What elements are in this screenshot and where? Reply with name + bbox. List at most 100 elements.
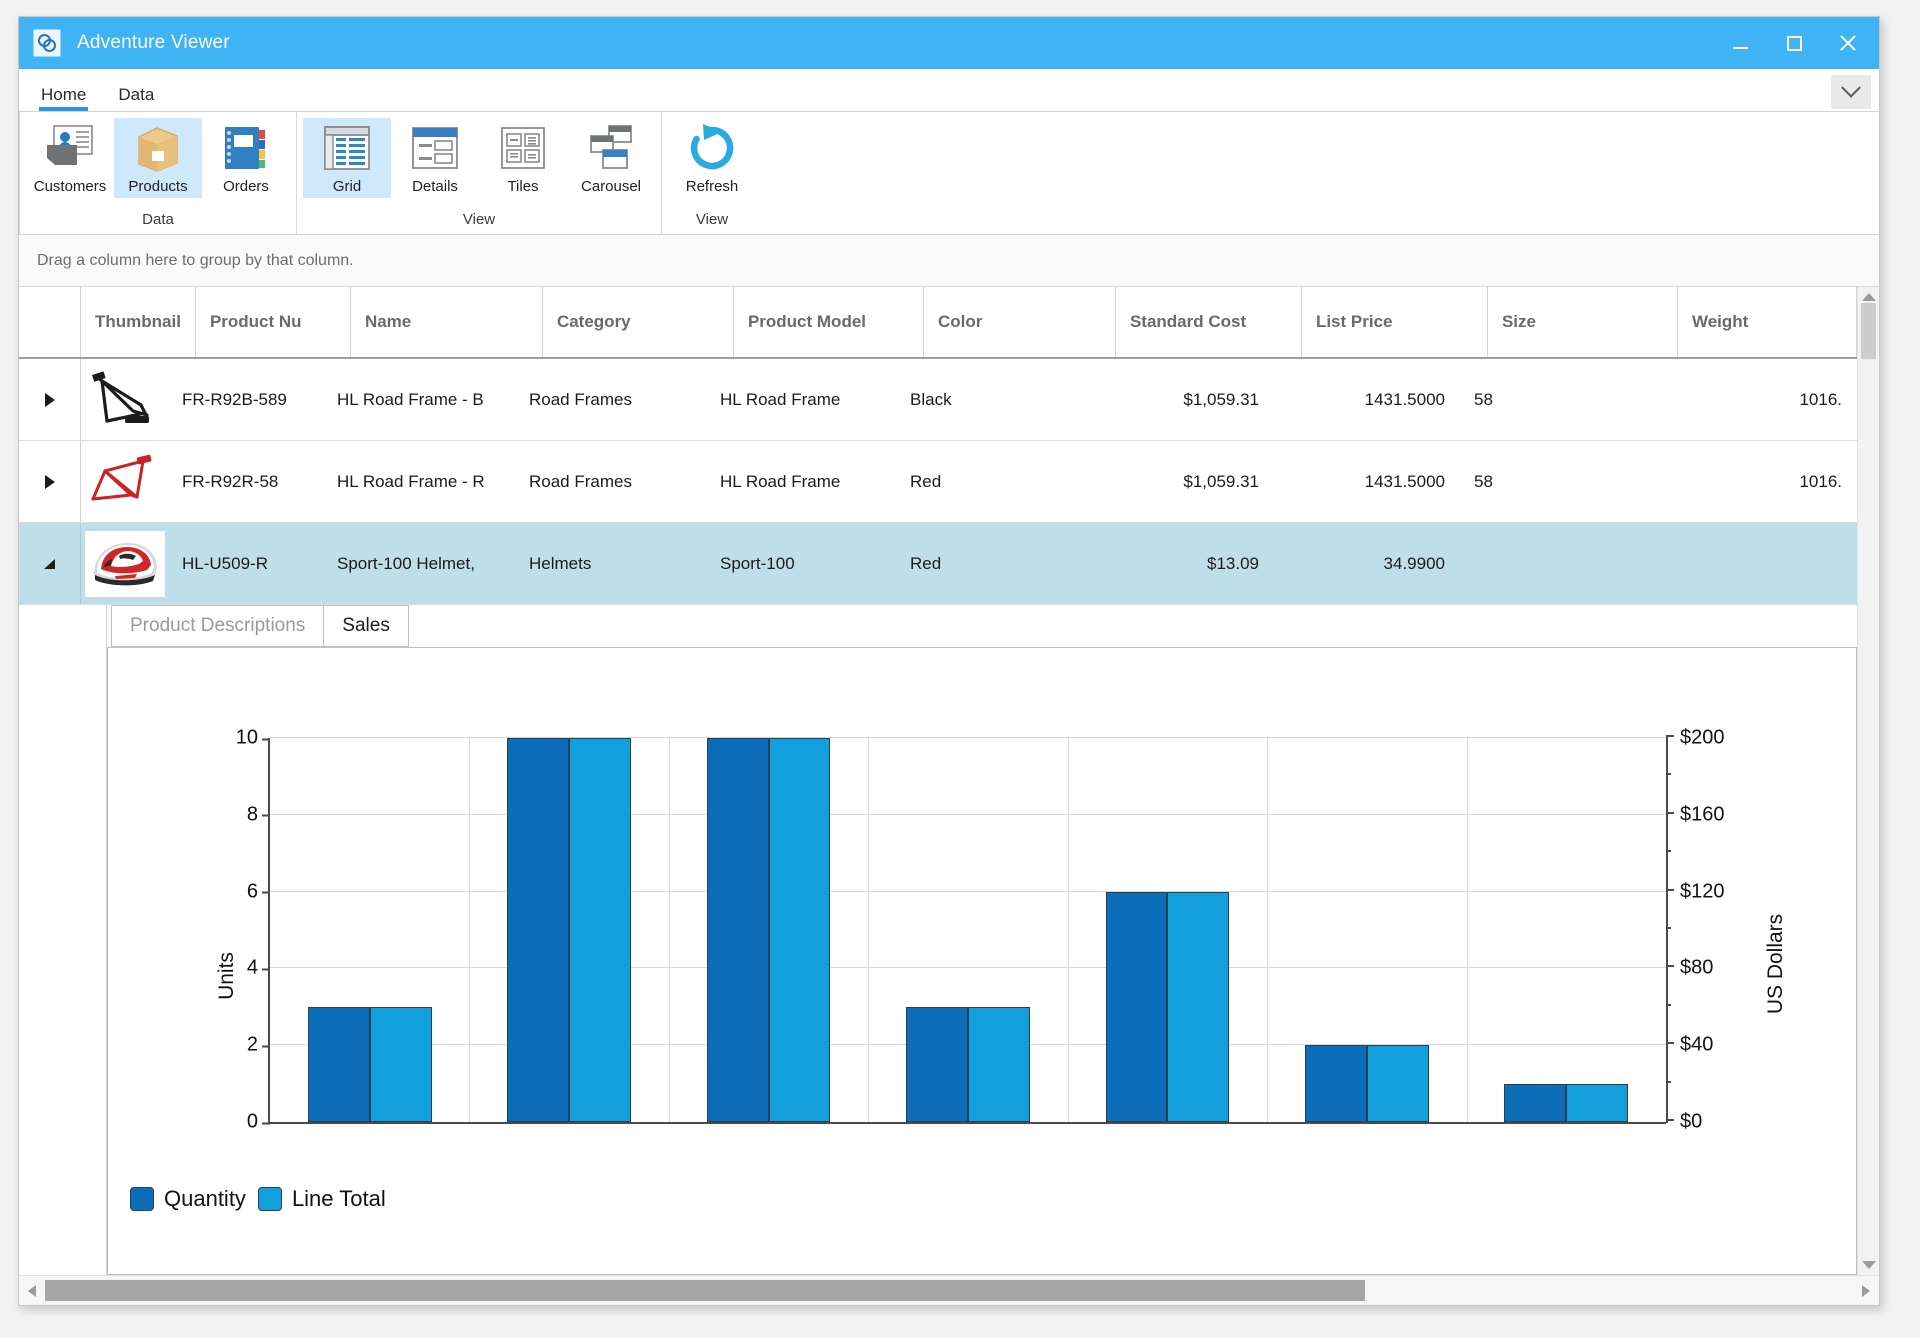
column-header-standard-cost[interactable]: Standard Cost bbox=[1116, 287, 1302, 357]
minimize-icon bbox=[1732, 46, 1748, 49]
ribbon-button-carousel[interactable]: Carousel bbox=[567, 118, 655, 198]
ribbon-button-products[interactable]: Products bbox=[114, 118, 202, 198]
chart-vertical-gridline bbox=[868, 738, 870, 1122]
ribbon-button-details[interactable]: Details bbox=[391, 118, 479, 198]
ribbon-button-grid[interactable]: Grid bbox=[303, 118, 391, 198]
vertical-scrollbar-thumb[interactable] bbox=[1861, 303, 1876, 359]
scroll-left-button[interactable] bbox=[19, 1276, 45, 1305]
column-header-product-number[interactable]: Product Nu bbox=[196, 287, 351, 357]
chart-y-axis-label: Units bbox=[214, 952, 238, 1000]
column-header-list-price[interactable]: List Price bbox=[1302, 287, 1488, 357]
window-controls bbox=[1713, 17, 1875, 69]
cell-name: Sport-100 Helmet, bbox=[337, 553, 475, 573]
column-header-thumbnail[interactable]: Thumbnail bbox=[81, 287, 196, 357]
legend-label-quantity: Quantity bbox=[164, 1186, 246, 1211]
ribbon-group-view: Grid Details Tiles Carousel View bbox=[296, 112, 661, 234]
chart-vertical-gridline bbox=[469, 738, 471, 1122]
chart-y2-minor-tick bbox=[1666, 1003, 1671, 1006]
row-expander[interactable] bbox=[19, 523, 81, 604]
ribbon-button-customers-label: Customers bbox=[33, 178, 107, 195]
title-bar: Adventure Viewer bbox=[19, 17, 1879, 69]
chart-y2-tick-label: $40 bbox=[1680, 1033, 1714, 1056]
close-button[interactable] bbox=[1821, 17, 1875, 69]
chart-bar-quantity bbox=[1305, 1045, 1367, 1122]
chart-bar-group bbox=[1305, 738, 1429, 1122]
sales-chart: Units US Dollars 0 2 4 6 8 10 $0 $40 $80 $120 $160… bbox=[108, 648, 1856, 1274]
chart-bar-quantity bbox=[906, 1006, 968, 1122]
maximize-icon bbox=[1786, 35, 1802, 51]
column-header-name[interactable]: Name bbox=[351, 287, 543, 357]
chart-y-tick-label: 0 bbox=[247, 1111, 271, 1134]
column-header-color[interactable]: Color bbox=[924, 287, 1116, 357]
scroll-down-button[interactable] bbox=[1858, 1255, 1879, 1275]
chart-bar-line-total bbox=[768, 738, 831, 1122]
ribbon: Customers Products Orders Data Grid Deta… bbox=[19, 111, 1879, 235]
horizontal-scrollbar[interactable] bbox=[19, 1275, 1879, 1305]
cell-name: HL Road Frame - B bbox=[337, 389, 484, 409]
chart-bar-group bbox=[1504, 738, 1629, 1122]
cell-size: 58 bbox=[1474, 471, 1493, 491]
chart-y-tick-label: 6 bbox=[247, 880, 271, 903]
cell-list-price: 1431.5000 bbox=[1364, 471, 1445, 491]
tab-product-descriptions[interactable]: Product Descriptions bbox=[111, 605, 325, 647]
ribbon-collapse-button[interactable] bbox=[1831, 75, 1871, 109]
cell-color: Black bbox=[910, 389, 952, 409]
chart-vertical-gridline bbox=[668, 738, 670, 1122]
group-by-panel[interactable]: Drag a column here to group by that colu… bbox=[19, 235, 1879, 287]
chart-bar-quantity bbox=[706, 738, 769, 1122]
maximize-button[interactable] bbox=[1767, 17, 1821, 69]
column-header-category[interactable]: Category bbox=[543, 287, 734, 357]
chart-bar-group bbox=[906, 738, 1030, 1122]
ribbon-button-tiles[interactable]: Tiles bbox=[479, 118, 567, 198]
ribbon-tab-bar: Home Data bbox=[19, 69, 1879, 111]
tab-home[interactable]: Home bbox=[31, 85, 96, 111]
ribbon-group-data: Customers Products Orders Data bbox=[20, 112, 296, 234]
scroll-right-button[interactable] bbox=[1853, 1276, 1879, 1305]
cell-product-model: Sport-100 bbox=[720, 553, 795, 573]
minimize-button[interactable] bbox=[1713, 17, 1767, 69]
details-icon bbox=[409, 122, 461, 174]
tab-sales[interactable]: Sales bbox=[323, 605, 409, 647]
row-thumbnail bbox=[81, 359, 168, 440]
cell-category: Road Frames bbox=[529, 471, 632, 491]
vertical-scrollbar[interactable] bbox=[1857, 287, 1879, 1275]
table-row[interactable]: FR-R92R-58 HL Road Frame - R Road Frames… bbox=[19, 441, 1857, 523]
chart-bar-group bbox=[507, 738, 631, 1122]
legend-swatch-quantity bbox=[130, 1187, 154, 1211]
ribbon-button-customers[interactable]: Customers bbox=[26, 118, 114, 198]
caret-left-icon bbox=[28, 1284, 36, 1297]
table-row[interactable]: FR-R92B-589 HL Road Frame - B Road Frame… bbox=[19, 359, 1857, 441]
legend-item-quantity: Quantity bbox=[130, 1186, 246, 1212]
row-expander[interactable] bbox=[19, 441, 81, 522]
column-header-product-model[interactable]: Product Model bbox=[734, 287, 924, 357]
chart-vertical-gridline bbox=[1466, 738, 1468, 1122]
tab-data[interactable]: Data bbox=[108, 85, 164, 111]
chart-y2-tick-label: $120 bbox=[1680, 880, 1725, 903]
table-row[interactable]: HL-U509-R Sport-100 Helmet, Helmets Spor… bbox=[19, 523, 1857, 605]
cell-product-model: HL Road Frame bbox=[720, 389, 841, 409]
row-thumbnail bbox=[81, 523, 168, 604]
cell-weight bbox=[1650, 523, 1857, 604]
chart-y-tick-label: 10 bbox=[236, 727, 271, 750]
app-icon bbox=[33, 29, 61, 57]
chart-bar-line-total bbox=[569, 738, 631, 1122]
ribbon-button-refresh[interactable]: Refresh bbox=[668, 118, 756, 198]
ribbon-button-products-label: Products bbox=[128, 178, 188, 195]
cell-product-number: FR-R92R-58 bbox=[182, 471, 279, 491]
ribbon-button-orders[interactable]: Orders bbox=[202, 118, 290, 198]
legend-item-line-total: Line Total bbox=[257, 1186, 386, 1212]
cell-product-number: HL-U509-R bbox=[182, 553, 268, 573]
chart-y2-tick-mark bbox=[1666, 811, 1674, 814]
chart-y2-tick-label: $80 bbox=[1680, 956, 1714, 979]
ribbon-group-view-label: View bbox=[462, 210, 496, 228]
cell-list-price: 34.9900 bbox=[1383, 553, 1445, 573]
column-header-size[interactable]: Size bbox=[1488, 287, 1678, 357]
column-header-weight[interactable]: Weight bbox=[1678, 287, 1857, 357]
products-icon bbox=[131, 122, 185, 174]
horizontal-scrollbar-thumb[interactable] bbox=[45, 1280, 1365, 1301]
cell-standard-cost: $1,059.31 bbox=[1183, 471, 1259, 491]
tiles-icon bbox=[497, 122, 549, 174]
chart-y2-tick-mark bbox=[1666, 888, 1674, 891]
chart-y-tick-label: 2 bbox=[247, 1034, 271, 1057]
row-expander[interactable] bbox=[19, 359, 81, 440]
